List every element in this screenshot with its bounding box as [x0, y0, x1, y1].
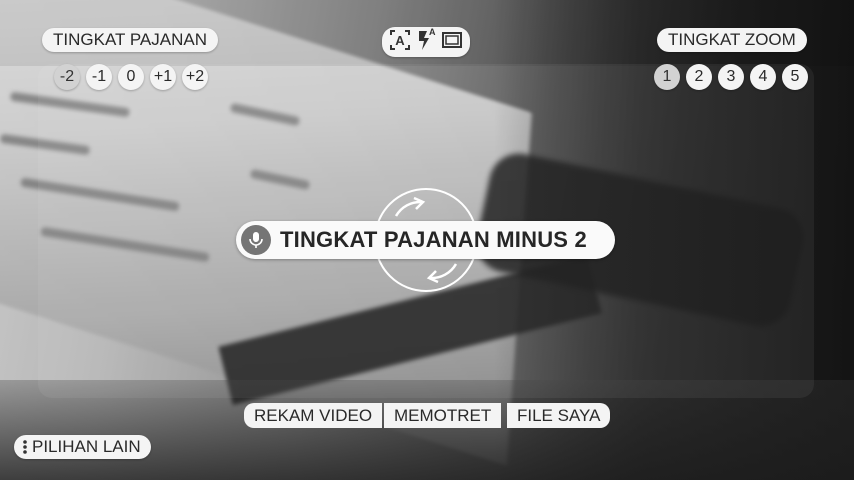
exposure-level-plus-2[interactable]: +2	[182, 64, 208, 90]
exposure-level-text: +1	[153, 68, 173, 85]
exposure-level-text: 0	[126, 68, 136, 85]
exposure-level-text: -1	[91, 68, 107, 85]
exposure-level-minus-1[interactable]: -1	[86, 64, 112, 90]
exposure-level-text: +2	[185, 68, 205, 85]
record-video-label: REKAM VIDEO	[254, 406, 373, 425]
take-photo-button[interactable]: MEMOTRET	[384, 403, 502, 428]
exposure-level-plus-1[interactable]: +1	[150, 64, 176, 90]
zoom-level-text: 3	[726, 68, 736, 85]
exposure-level-0[interactable]: 0	[118, 64, 144, 90]
my-files-button[interactable]: FILE SAYA	[507, 403, 611, 428]
zoom-level-text: 1	[662, 68, 672, 85]
voice-command-text: TINGKAT PAJANAN MINUS 2	[280, 227, 587, 252]
more-options-button[interactable]: PILIHAN LAIN	[14, 435, 151, 459]
my-files-label: FILE SAYA	[517, 406, 601, 425]
exposure-label: TINGKAT PAJANAN	[53, 30, 207, 49]
exposure-label-chip: TINGKAT PAJANAN	[42, 28, 218, 52]
svg-text:A: A	[395, 33, 405, 48]
zoom-level-text: 2	[694, 68, 704, 85]
flash-auto-icon[interactable]: A	[415, 26, 437, 56]
microphone-icon	[241, 225, 271, 255]
zoom-level-4[interactable]: 4	[750, 64, 776, 90]
camera-settings-group[interactable]: A A	[382, 27, 470, 57]
record-video-button[interactable]: REKAM VIDEO	[244, 403, 383, 428]
take-photo-label: MEMOTRET	[394, 406, 492, 425]
aspect-ratio-icon[interactable]	[441, 29, 463, 56]
zoom-level-2[interactable]: 2	[686, 64, 712, 90]
zoom-level-1[interactable]: 1	[654, 64, 680, 90]
zoom-level-5[interactable]: 5	[782, 64, 808, 90]
exposure-level-text: -2	[59, 68, 75, 85]
more-vertical-icon	[23, 440, 27, 454]
exposure-level-minus-2[interactable]: -2	[54, 64, 80, 90]
zoom-level-text: 5	[790, 68, 800, 85]
flash-auto-badge: A	[429, 26, 436, 37]
more-options-label: PILIHAN LAIN	[32, 437, 141, 456]
zoom-level-text: 4	[758, 68, 768, 85]
voice-command-banner: TINGKAT PAJANAN MINUS 2	[236, 221, 615, 259]
zoom-label: TINGKAT ZOOM	[668, 30, 796, 49]
zoom-label-chip: TINGKAT ZOOM	[657, 28, 807, 52]
auto-scene-icon[interactable]: A	[389, 29, 411, 56]
zoom-level-3[interactable]: 3	[718, 64, 744, 90]
